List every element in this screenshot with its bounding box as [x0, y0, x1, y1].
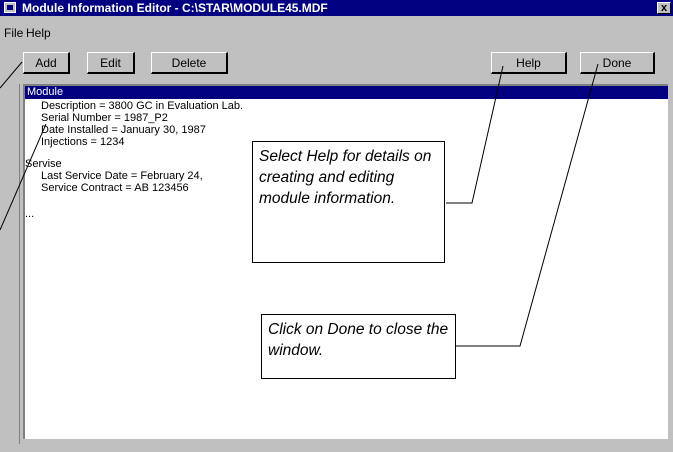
menu-bar: File Help [0, 26, 673, 43]
edit-button[interactable]: Edit [87, 52, 135, 74]
date-installed-line: Date Installed = January 30, 1987 [41, 124, 206, 136]
last-service-date-line: Last Service Date = February 24, [41, 170, 203, 182]
left-panel-strip [9, 84, 20, 444]
service-section-header: Servise [25, 158, 62, 170]
title-bar: Module Information Editor - C:\STAR\MODU… [0, 0, 673, 16]
close-icon[interactable]: x [657, 2, 671, 14]
module-header: Module [25, 86, 668, 99]
menu-file[interactable]: File [4, 26, 23, 40]
service-contract-line: Service Contract = AB 123456 [41, 182, 189, 194]
help-callout: Select Help for details on creating and … [252, 141, 445, 263]
help-button[interactable]: Help [491, 52, 567, 74]
injections-line: Injections = 1234 [41, 136, 125, 148]
module-information-editor-window: Module Information Editor - C:\STAR\MODU… [0, 0, 673, 452]
delete-button[interactable]: Delete [151, 52, 228, 74]
add-button[interactable]: Add [23, 52, 70, 74]
serial-number-line: Serial Number = 1987_P2 [41, 112, 168, 124]
ellipsis-line: ... [25, 208, 35, 220]
window-title: Module Information Editor - C:\STAR\MODU… [22, 1, 328, 15]
done-button[interactable]: Done [580, 52, 655, 74]
done-callout: Click on Done to close the window. [261, 314, 456, 379]
description-line: Description = 3800 GC in Evaluation Lab. [41, 100, 244, 112]
menu-help[interactable]: Help [26, 26, 51, 40]
app-icon [4, 2, 16, 13]
